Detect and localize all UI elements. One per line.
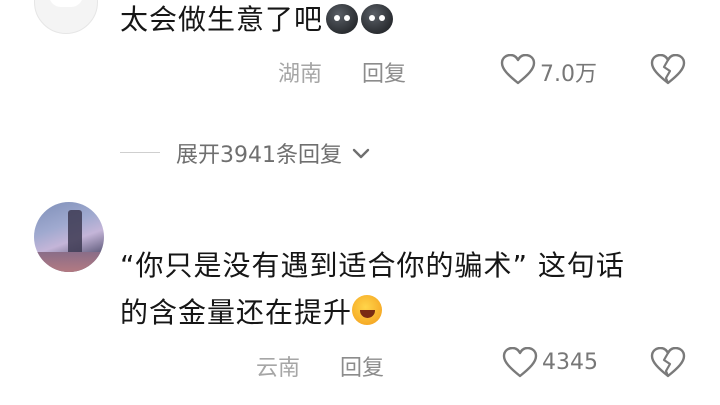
comment-location: 云南	[256, 356, 301, 381]
comment-body: 的含金量还在提升	[120, 296, 353, 329]
comment-body: 太会做生意了吧	[120, 3, 324, 36]
broken-heart-icon	[650, 53, 686, 85]
expand-replies-button[interactable]: 展开3941条回复	[176, 137, 371, 169]
comment-text-line-1: “你只是没有遇到适合你的骗术” 这句话	[120, 249, 625, 282]
comment-location: 湖南	[278, 62, 323, 87]
broken-heart-icon	[650, 346, 686, 378]
heart-outline-icon	[500, 53, 536, 85]
like-count: 7.0万	[540, 62, 597, 87]
heart-outline-icon	[502, 346, 538, 378]
expand-divider	[120, 152, 160, 153]
dislike-button[interactable]	[650, 53, 686, 90]
like-count: 4345	[542, 350, 598, 375]
commenter-avatar[interactable]	[34, 0, 98, 34]
comment-text: 太会做生意了吧	[120, 0, 394, 46]
reply-button[interactable]: 回复	[340, 350, 384, 382]
reply-button[interactable]: 回复	[362, 56, 406, 88]
comment-text-line-2: 的含金量还在提升	[120, 287, 383, 339]
laughing-tears-emoji	[352, 295, 383, 325]
like-button[interactable]	[502, 346, 538, 383]
dark-blob-emoji	[326, 4, 359, 34]
like-button[interactable]	[500, 53, 536, 90]
commenter-avatar[interactable]	[34, 202, 104, 272]
dark-blob-emoji	[361, 4, 394, 34]
expand-replies-label: 展开3941条回复	[176, 143, 342, 168]
dislike-button[interactable]	[650, 346, 686, 383]
chevron-down-icon	[352, 148, 370, 159]
